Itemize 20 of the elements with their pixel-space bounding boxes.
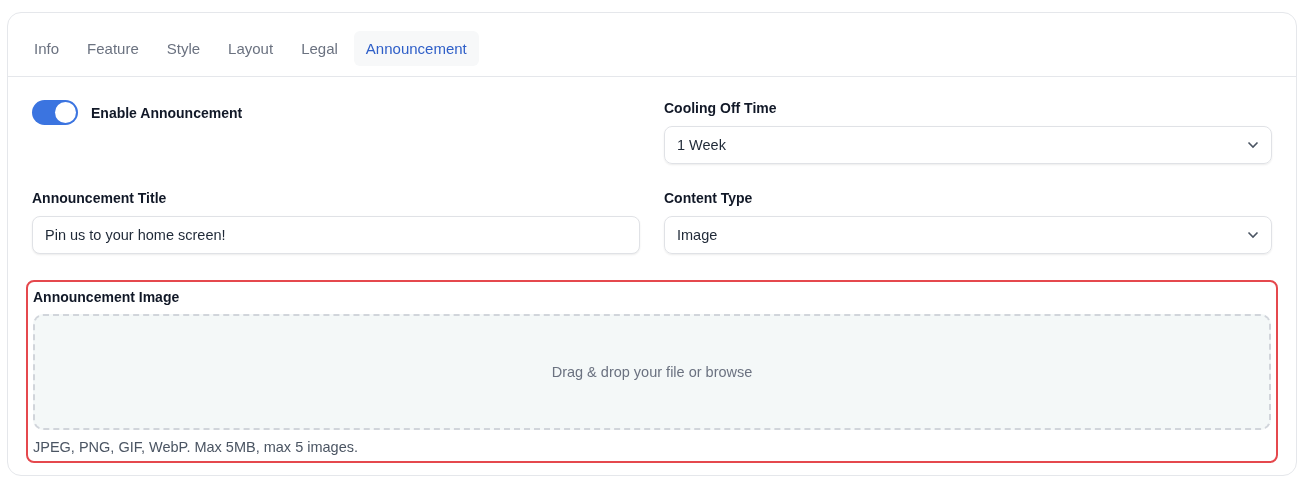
field-label: Announcement Image — [33, 289, 181, 305]
toggle-label: Enable Announcement — [91, 104, 243, 121]
dropzone[interactable]: Drag & drop your file or browse — [33, 314, 1271, 430]
content-type-select[interactable]: Image — [664, 216, 1272, 254]
tab[interactable]: Feature — [75, 31, 151, 66]
tab[interactable]: Info — [22, 31, 72, 66]
field-label: Content Type — [664, 190, 754, 206]
tab[interactable]: Style — [154, 31, 213, 66]
field-label: Cooling Off Time — [664, 100, 778, 116]
dropzone-text: Drag & drop your file or browse — [551, 364, 753, 380]
title-input[interactable]: Pin us to your home screen! — [32, 216, 640, 254]
chevron-down-icon — [1247, 141, 1259, 149]
tab[interactable]: Layout — [216, 31, 286, 66]
cooling-off-select[interactable]: 1 Week — [664, 126, 1272, 164]
field-label: Announcement Title — [32, 190, 168, 206]
hint-text: JPEG, PNG, GIF, WebP. Max 5MB, max 5 images. — [33, 439, 359, 455]
tab[interactable]: Announcement — [353, 31, 479, 66]
tab[interactable]: Legal — [289, 31, 350, 66]
toggle-switch[interactable] — [32, 100, 78, 125]
chevron-down-icon — [1247, 231, 1259, 239]
